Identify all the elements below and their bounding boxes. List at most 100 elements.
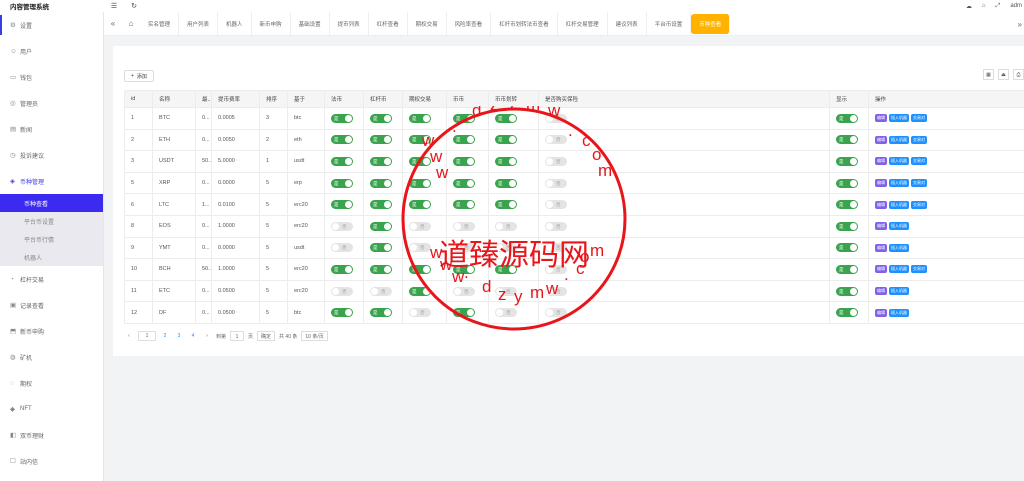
sidebar-item[interactable]: ☐ 站内信	[0, 448, 103, 474]
toggle-switch[interactable]: 否	[495, 221, 517, 231]
edit-button[interactable]: 编辑	[875, 179, 887, 188]
edit-button[interactable]: 编辑	[875, 308, 887, 317]
tab[interactable]: 提币列表	[330, 11, 369, 36]
edit-button[interactable]: 编辑	[875, 222, 887, 231]
sidebar-item[interactable]: ◆ NFT	[0, 396, 103, 422]
prev-page-icon[interactable]: ‹	[124, 331, 134, 341]
print-icon[interactable]: ⎙	[1013, 69, 1024, 80]
edit-button[interactable]: 编辑	[875, 287, 887, 296]
sidebar-item-news[interactable]: ▤ 新闻	[0, 116, 103, 142]
edit-button[interactable]: 编辑	[875, 114, 887, 123]
sidebar-item-wallet[interactable]: ▭ 钱包	[0, 64, 103, 90]
tab[interactable]: 币种查看	[691, 13, 731, 34]
trade-pair-button[interactable]: 交易对	[911, 114, 927, 123]
trade-pair-button[interactable]: 交易对	[911, 200, 927, 209]
toggle-switch[interactable]: 是	[495, 135, 517, 145]
toggle-switch[interactable]: 是	[836, 156, 858, 166]
toggle-switch[interactable]: 否	[545, 113, 567, 123]
toggle-switch[interactable]: 是	[453, 308, 475, 318]
toggle-switch[interactable]: 是	[495, 200, 517, 210]
tab[interactable]: 机器人	[218, 11, 252, 36]
toggle-switch[interactable]: 否	[545, 264, 567, 274]
columns-icon[interactable]: ▦	[983, 69, 994, 80]
toggle-switch[interactable]: 是	[409, 200, 431, 210]
toggle-switch[interactable]: 是	[836, 135, 858, 145]
toggle-switch[interactable]: 是	[370, 135, 392, 145]
insert-robot-button[interactable]: 插入机器	[889, 135, 909, 144]
toggle-switch[interactable]: 是	[453, 264, 475, 274]
tab[interactable]: 新币申购	[252, 11, 291, 36]
toggle-switch[interactable]: 是	[331, 264, 353, 274]
toggle-switch[interactable]: 否	[495, 243, 517, 253]
trade-pair-button[interactable]: 交易对	[911, 179, 927, 188]
page-input[interactable]: 1	[230, 331, 245, 341]
sidebar-item[interactable]: ◌ 期权	[0, 370, 103, 396]
toggle-switch[interactable]: 是	[409, 264, 431, 274]
toggle-switch[interactable]: 是	[370, 113, 392, 123]
toggle-switch[interactable]: 是	[836, 113, 858, 123]
toggle-switch[interactable]: 否	[495, 308, 517, 318]
sidebar-item-admin[interactable]: ◎ 管理员	[0, 90, 103, 116]
toggle-switch[interactable]: 否	[409, 308, 431, 318]
insert-robot-button[interactable]: 插入机器	[889, 265, 909, 274]
sidebar-item-gear[interactable]: ⚙ 设置	[0, 12, 103, 38]
page-size-select[interactable]: 10 条/页	[301, 331, 328, 341]
tab[interactable]: 杠杆查看	[369, 11, 408, 36]
toggle-switch[interactable]: 是	[331, 156, 353, 166]
sidebar-item[interactable]: ◧ 双币理财	[0, 422, 103, 448]
insert-robot-button[interactable]: 插入机器	[889, 287, 909, 296]
toggle-switch[interactable]: 是	[453, 113, 475, 123]
toggle-switch[interactable]: 是	[453, 135, 475, 145]
toggle-switch[interactable]: 是	[409, 113, 431, 123]
sidebar-subitem[interactable]: 币种查看	[0, 194, 103, 212]
toggle-switch[interactable]: 否	[545, 243, 567, 253]
toggle-switch[interactable]: 是	[836, 264, 858, 274]
toggle-switch[interactable]: 是	[836, 178, 858, 188]
toggle-switch[interactable]: 是	[453, 178, 475, 188]
tab[interactable]: 基础设置	[291, 11, 330, 36]
toggle-switch[interactable]: 是	[370, 308, 392, 318]
toggle-switch[interactable]: 是	[331, 308, 353, 318]
page-number[interactable]: 4	[188, 331, 198, 341]
toggle-switch[interactable]: 否	[545, 156, 567, 166]
toggle-switch[interactable]: 否	[545, 308, 567, 318]
insert-robot-button[interactable]: 插入机器	[889, 308, 909, 317]
toggle-switch[interactable]: 是	[370, 264, 392, 274]
insert-robot-button[interactable]: 插入机器	[889, 200, 909, 209]
page-number[interactable]: 2	[160, 331, 170, 341]
insert-robot-button[interactable]: 插入机器	[889, 222, 909, 231]
toggle-switch[interactable]: 是	[836, 243, 858, 253]
edit-button[interactable]: 编辑	[875, 200, 887, 209]
export-icon[interactable]: ⏏	[998, 69, 1009, 80]
menu-icon[interactable]: ☰	[104, 2, 124, 10]
toggle-switch[interactable]: 否	[545, 286, 567, 296]
sidebar-item[interactable]: ▣ 记录查看	[0, 292, 103, 318]
trade-pair-button[interactable]: 交易对	[911, 265, 927, 274]
toggle-switch[interactable]: 否	[453, 243, 475, 253]
toggle-switch[interactable]: 否	[453, 286, 475, 296]
toggle-switch[interactable]: 否	[545, 178, 567, 188]
toggle-switch[interactable]: 否	[545, 200, 567, 210]
column-header[interactable]: id	[124, 90, 153, 108]
toggle-switch[interactable]: 是	[331, 135, 353, 145]
edit-button[interactable]: 编辑	[875, 243, 887, 252]
toggle-switch[interactable]: 是	[331, 200, 353, 210]
toggle-switch[interactable]: 否	[409, 221, 431, 231]
page-number[interactable]: 1	[138, 331, 156, 341]
home-icon[interactable]: ⌂	[122, 19, 140, 28]
toggle-switch[interactable]: 是	[409, 135, 431, 145]
toggle-switch[interactable]: 否	[545, 135, 567, 145]
toggle-switch[interactable]: 是	[836, 308, 858, 318]
toggle-switch[interactable]: 是	[370, 200, 392, 210]
toggle-switch[interactable]: 否	[453, 221, 475, 231]
toggle-switch[interactable]: 否	[495, 286, 517, 296]
tab[interactable]: 平台币设置	[647, 11, 692, 36]
toggle-switch[interactable]: 是	[495, 178, 517, 188]
tab-scroll-left-icon[interactable]: «	[104, 19, 122, 28]
refresh-icon[interactable]: ↻	[124, 2, 144, 10]
tab[interactable]: 期权交易	[408, 11, 447, 36]
tab[interactable]: 用户列表	[179, 11, 219, 36]
toggle-switch[interactable]: 是	[453, 200, 475, 210]
user-name[interactable]: adm	[1010, 3, 1022, 9]
toggle-switch[interactable]: 是	[453, 156, 475, 166]
